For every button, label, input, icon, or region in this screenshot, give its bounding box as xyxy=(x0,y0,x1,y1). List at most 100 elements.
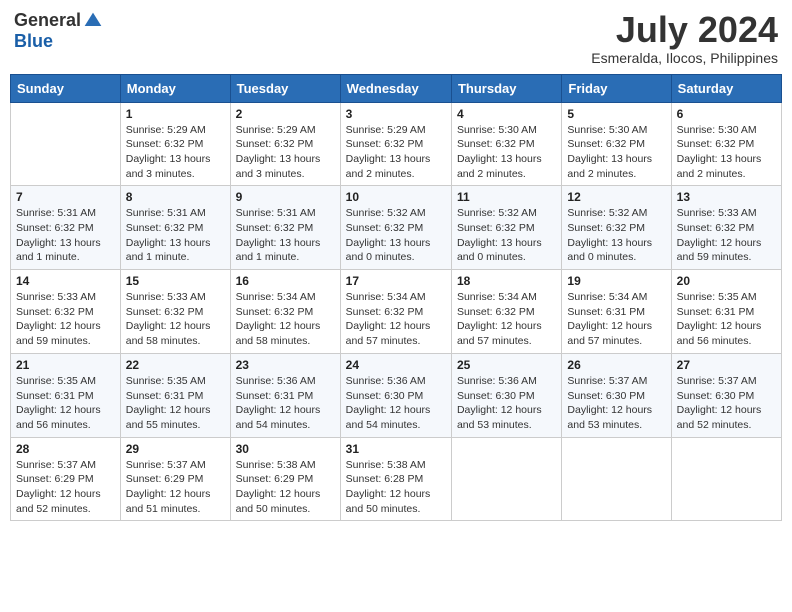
day-number: 3 xyxy=(346,107,446,121)
logo-general-text: General xyxy=(14,10,81,31)
day-number: 10 xyxy=(346,190,446,204)
day-number: 15 xyxy=(126,274,225,288)
day-number: 9 xyxy=(236,190,335,204)
calendar-cell: 3 Sunrise: 5:29 AMSunset: 6:32 PMDaylight… xyxy=(340,102,451,186)
calendar-cell: 13 Sunrise: 5:33 AMSunset: 6:32 PMDayligh… xyxy=(671,186,781,270)
day-number: 8 xyxy=(126,190,225,204)
logo-icon xyxy=(83,11,103,31)
day-number: 22 xyxy=(126,358,225,372)
day-info: Sunrise: 5:34 AMSunset: 6:32 PMDaylight:… xyxy=(457,290,556,349)
weekday-header: Saturday xyxy=(671,74,781,102)
day-number: 18 xyxy=(457,274,556,288)
calendar-cell: 6Sunrise: 5:30 AMSunset: 6:32 PMDaylight… xyxy=(671,102,781,186)
day-info: Sunrise: 5:34 AMSunset: 6:31 PMDaylight:… xyxy=(567,290,665,349)
day-number: 17 xyxy=(346,274,446,288)
calendar-cell: 4Sunrise: 5:30 AMSunset: 6:32 PMDaylight… xyxy=(451,102,561,186)
day-number: 6 xyxy=(677,107,776,121)
day-number: 19 xyxy=(567,274,665,288)
day-info: Sunrise: 5:33 AMSunset: 6:32 PMDaylight:… xyxy=(677,206,776,265)
weekday-header: Thursday xyxy=(451,74,561,102)
day-info: Sunrise: 5:31 AMSunset: 6:32 PMDaylight:… xyxy=(236,206,335,265)
day-info: Sunrise: 5:35 AMSunset: 6:31 PMDaylight:… xyxy=(126,374,225,433)
day-number: 16 xyxy=(236,274,335,288)
calendar-week-row: 1Sunrise: 5:29 AMSunset: 6:32 PMDaylight… xyxy=(11,102,782,186)
title-section: July 2024 Esmeralda, Ilocos, Philippines xyxy=(591,10,778,66)
day-info: Sunrise: 5:31 AMSunset: 6:32 PMDaylight:… xyxy=(126,206,225,265)
day-number: 14 xyxy=(16,274,115,288)
location-text: Esmeralda, Ilocos, Philippines xyxy=(591,50,778,66)
calendar-week-row: 28Sunrise: 5:37 AMSunset: 6:29 PMDayligh… xyxy=(11,437,782,521)
day-info: Sunrise: 5:35 AMSunset: 6:31 PMDaylight:… xyxy=(16,374,115,433)
day-info: Sunrise: 5:29 AMSunset: 6:32 PMDaylight:… xyxy=(126,123,225,182)
day-info: Sunrise: 5:36 AMSunset: 6:30 PMDaylight:… xyxy=(346,374,446,433)
calendar-week-row: 7 Sunrise: 5:31 AMSunset: 6:32 PMDaylight… xyxy=(11,186,782,270)
day-number: 25 xyxy=(457,358,556,372)
day-info: Sunrise: 5:37 AMSunset: 6:29 PMDaylight:… xyxy=(126,458,225,517)
day-number: 26 xyxy=(567,358,665,372)
calendar-cell: 24 Sunrise: 5:36 AMSunset: 6:30 PMDayligh… xyxy=(340,353,451,437)
calendar-cell: 25 Sunrise: 5:36 AMSunset: 6:30 PMDayligh… xyxy=(451,353,561,437)
calendar-cell: 12 Sunrise: 5:32 AMSunset: 6:32 PMDayligh… xyxy=(562,186,671,270)
logo-blue-text: Blue xyxy=(14,31,53,51)
calendar-cell: 8 Sunrise: 5:31 AMSunset: 6:32 PMDaylight… xyxy=(120,186,230,270)
calendar-cell: 29 Sunrise: 5:37 AMSunset: 6:29 PMDayligh… xyxy=(120,437,230,521)
calendar-cell: 16 Sunrise: 5:34 AMSunset: 6:32 PMDayligh… xyxy=(230,270,340,354)
day-number: 5 xyxy=(567,107,665,121)
calendar-cell xyxy=(451,437,561,521)
calendar-cell: 19 Sunrise: 5:34 AMSunset: 6:31 PMDayligh… xyxy=(562,270,671,354)
calendar-cell: 22 Sunrise: 5:35 AMSunset: 6:31 PMDayligh… xyxy=(120,353,230,437)
weekday-header: Tuesday xyxy=(230,74,340,102)
calendar-cell: 7 Sunrise: 5:31 AMSunset: 6:32 PMDaylight… xyxy=(11,186,121,270)
day-info: Sunrise: 5:38 AMSunset: 6:29 PMDaylight:… xyxy=(236,458,335,517)
weekday-header: Friday xyxy=(562,74,671,102)
weekday-header: Monday xyxy=(120,74,230,102)
day-number: 12 xyxy=(567,190,665,204)
calendar-cell xyxy=(562,437,671,521)
calendar-cell: 11Sunrise: 5:32 AMSunset: 6:32 PMDayligh… xyxy=(451,186,561,270)
day-number: 7 xyxy=(16,190,115,204)
calendar-cell: 21Sunrise: 5:35 AMSunset: 6:31 PMDayligh… xyxy=(11,353,121,437)
month-year-title: July 2024 xyxy=(591,10,778,50)
day-number: 24 xyxy=(346,358,446,372)
day-info: Sunrise: 5:35 AMSunset: 6:31 PMDaylight:… xyxy=(677,290,776,349)
day-info: Sunrise: 5:32 AMSunset: 6:32 PMDaylight:… xyxy=(567,206,665,265)
page-header: General Blue July 2024 Esmeralda, Ilocos… xyxy=(10,10,782,66)
day-number: 30 xyxy=(236,442,335,456)
day-info: Sunrise: 5:29 AMSunset: 6:32 PMDaylight:… xyxy=(236,123,335,182)
calendar-week-row: 21Sunrise: 5:35 AMSunset: 6:31 PMDayligh… xyxy=(11,353,782,437)
calendar-table: SundayMondayTuesdayWednesdayThursdayFrid… xyxy=(10,74,782,522)
day-info: Sunrise: 5:30 AMSunset: 6:32 PMDaylight:… xyxy=(457,123,556,182)
day-info: Sunrise: 5:33 AMSunset: 6:32 PMDaylight:… xyxy=(126,290,225,349)
day-info: Sunrise: 5:37 AMSunset: 6:29 PMDaylight:… xyxy=(16,458,115,517)
calendar-header-row: SundayMondayTuesdayWednesdayThursdayFrid… xyxy=(11,74,782,102)
day-number: 11 xyxy=(457,190,556,204)
day-info: Sunrise: 5:36 AMSunset: 6:31 PMDaylight:… xyxy=(236,374,335,433)
weekday-header: Wednesday xyxy=(340,74,451,102)
calendar-cell: 14 Sunrise: 5:33 AMSunset: 6:32 PMDayligh… xyxy=(11,270,121,354)
calendar-cell: 1Sunrise: 5:29 AMSunset: 6:32 PMDaylight… xyxy=(120,102,230,186)
day-info: Sunrise: 5:34 AMSunset: 6:32 PMDaylight:… xyxy=(346,290,446,349)
calendar-cell: 31Sunrise: 5:38 AMSunset: 6:28 PMDayligh… xyxy=(340,437,451,521)
calendar-week-row: 14 Sunrise: 5:33 AMSunset: 6:32 PMDayligh… xyxy=(11,270,782,354)
day-number: 2 xyxy=(236,107,335,121)
logo: General Blue xyxy=(14,10,103,52)
calendar-cell: 27Sunrise: 5:37 AMSunset: 6:30 PMDayligh… xyxy=(671,353,781,437)
day-info: Sunrise: 5:36 AMSunset: 6:30 PMDaylight:… xyxy=(457,374,556,433)
calendar-cell: 28Sunrise: 5:37 AMSunset: 6:29 PMDayligh… xyxy=(11,437,121,521)
calendar-cell: 30 Sunrise: 5:38 AMSunset: 6:29 PMDayligh… xyxy=(230,437,340,521)
day-number: 13 xyxy=(677,190,776,204)
calendar-cell xyxy=(671,437,781,521)
day-info: Sunrise: 5:29 AMSunset: 6:32 PMDaylight:… xyxy=(346,123,446,182)
day-info: Sunrise: 5:34 AMSunset: 6:32 PMDaylight:… xyxy=(236,290,335,349)
calendar-cell: 17 Sunrise: 5:34 AMSunset: 6:32 PMDayligh… xyxy=(340,270,451,354)
calendar-cell: 23Sunrise: 5:36 AMSunset: 6:31 PMDayligh… xyxy=(230,353,340,437)
day-number: 27 xyxy=(677,358,776,372)
day-info: Sunrise: 5:37 AMSunset: 6:30 PMDaylight:… xyxy=(567,374,665,433)
calendar-cell: 18 Sunrise: 5:34 AMSunset: 6:32 PMDayligh… xyxy=(451,270,561,354)
day-info: Sunrise: 5:31 AMSunset: 6:32 PMDaylight:… xyxy=(16,206,115,265)
calendar-cell: 20 Sunrise: 5:35 AMSunset: 6:31 PMDayligh… xyxy=(671,270,781,354)
day-number: 29 xyxy=(126,442,225,456)
day-info: Sunrise: 5:33 AMSunset: 6:32 PMDaylight:… xyxy=(16,290,115,349)
calendar-cell: 15 Sunrise: 5:33 AMSunset: 6:32 PMDayligh… xyxy=(120,270,230,354)
day-number: 20 xyxy=(677,274,776,288)
